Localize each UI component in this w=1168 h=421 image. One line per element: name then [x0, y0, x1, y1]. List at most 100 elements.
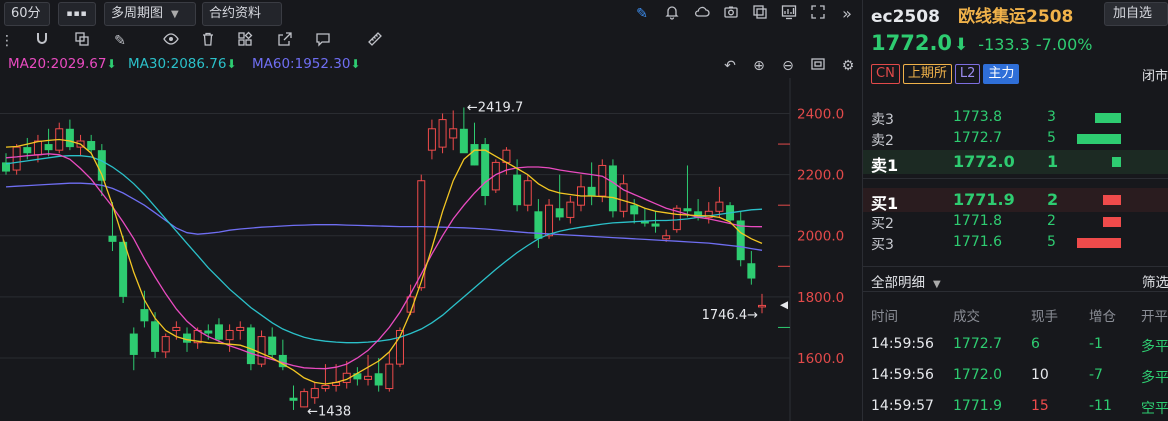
multi-period-button[interactable]: 多周期图 ▼ — [104, 2, 196, 26]
more-button[interactable]: ▪▪▪ — [58, 2, 96, 26]
add-watchlist-button[interactable]: 加自选 — [1104, 2, 1168, 26]
contract-info-label: 合约资料 — [209, 6, 262, 21]
order-book-sell-row[interactable]: 卖2 1772.7 5 — [863, 129, 1168, 150]
price-tick-label: 1600.0 — [797, 351, 844, 367]
order-book-price: 1771.6 — [953, 234, 1002, 250]
ma30-value: MA30:2086.76 — [128, 56, 227, 72]
trade-quantity: 6 — [1031, 336, 1040, 352]
tag-market: CN — [871, 64, 900, 84]
trade-detail-title: 全部明细 — [871, 275, 925, 291]
order-book-sell-row[interactable]: 卖1 1772.0 1 — [863, 150, 1168, 175]
filter-button[interactable]: 筛选 — [1142, 271, 1168, 291]
trade-price: 1771.9 — [953, 398, 1002, 414]
order-book-volume: 1 — [1047, 152, 1059, 171]
trade-price: 1772.0 — [953, 367, 1002, 383]
trade-time: 14:59:56 — [871, 367, 934, 383]
comment-icon[interactable] — [313, 31, 333, 51]
order-book-buy-row[interactable]: 买1 1771.9 2 — [863, 188, 1168, 213]
fullscreen-icon[interactable] — [808, 4, 828, 24]
arrow-down-icon: ⬇ — [106, 57, 117, 71]
order-book-level-label: 买1 — [871, 194, 899, 213]
low-price-label: ←1438 — [307, 404, 351, 419]
order-book-volume-bar — [1077, 238, 1121, 248]
market-status: 闭市 — [1141, 69, 1168, 84]
settings-icon[interactable]: ⚙ — [838, 56, 858, 76]
candle-body — [651, 223, 660, 227]
candle-body — [225, 329, 234, 341]
trade-row[interactable]: 14:59:56 1772.0 10 -7 多平 — [863, 360, 1168, 391]
chart-panel: 60分 ▪▪▪ 多周期图 ▼ 合约资料 ✎ » ⋮ ✎ MA20:2029.67… — [0, 0, 858, 421]
candle-body — [587, 186, 596, 197]
external-link-icon[interactable] — [275, 31, 295, 51]
column-header: 开平 — [1141, 309, 1168, 325]
chevron-down-icon: ▼ — [933, 279, 941, 290]
price-summary: 1772.0 ⬇ -133.3 -7.00% — [871, 31, 1092, 55]
candle-body — [172, 326, 181, 331]
pen-icon[interactable]: ✎ — [110, 31, 130, 51]
trade-row[interactable]: 14:59:56 1772.7 6 -1 多平 — [863, 329, 1168, 360]
fit-screen-icon[interactable] — [808, 56, 828, 76]
order-book-divider — [863, 178, 1168, 188]
column-header: 增仓 — [1089, 309, 1116, 325]
trash-icon[interactable] — [198, 31, 218, 51]
contract-info-button[interactable]: 合约资料 — [202, 2, 282, 26]
trade-row[interactable]: 14:59:57 1771.9 15 -11 空平 — [863, 391, 1168, 421]
zoom-in-icon[interactable]: ⊕ — [749, 56, 769, 76]
candle-body — [523, 180, 532, 206]
trade-quantity: 15 — [1031, 398, 1049, 414]
price-change-pct: -7.00% — [1035, 35, 1093, 54]
candle-body — [470, 144, 479, 166]
cloud-icon[interactable] — [692, 4, 712, 24]
current-price-marker — [780, 301, 788, 310]
arrow-down-icon: ⬇ — [350, 57, 361, 71]
order-book-level-label: 卖2 — [871, 133, 894, 149]
period-selector[interactable]: 60分 — [4, 2, 50, 26]
trade-open-interest-change: -1 — [1089, 336, 1103, 352]
layers-icon[interactable] — [72, 31, 92, 51]
copy-window-icon[interactable] — [750, 4, 770, 24]
magnet-icon[interactable] — [32, 31, 52, 51]
candle-body — [140, 309, 149, 322]
trade-quantity: 10 — [1031, 367, 1049, 383]
quote-panel: ec2508 欧线集运2508 加自选 1772.0 ⬇ -133.3 -7.00% … — [862, 0, 1168, 421]
candle-body — [214, 324, 223, 340]
order-book-volume: 2 — [1047, 190, 1059, 209]
undo-icon[interactable]: ↶ — [720, 56, 740, 76]
column-header: 时间 — [871, 309, 898, 325]
camera-icon[interactable] — [721, 4, 741, 24]
ma20-legend: MA20:2029.67⬇ — [8, 56, 117, 72]
order-book-buy-row[interactable]: 买3 1771.6 5 — [863, 233, 1168, 254]
order-book-buy-row[interactable]: 买2 1771.8 2 — [863, 212, 1168, 233]
order-book-sell-row[interactable]: 卖3 1773.8 3 — [863, 108, 1168, 129]
drag-handle-icon[interactable]: ⋮ — [0, 31, 14, 51]
instrument-name: 欧线集运2508 — [958, 7, 1074, 27]
order-book-volume-bar — [1095, 113, 1121, 123]
eye-icon[interactable] — [161, 31, 181, 51]
zoom-out-icon[interactable]: ⊖ — [778, 56, 798, 76]
trade-time: 14:59:57 — [871, 398, 934, 414]
order-book-volume-bar — [1103, 195, 1121, 205]
candle-body — [513, 174, 522, 206]
widgets-icon[interactable] — [235, 31, 255, 51]
candle-body — [534, 211, 543, 239]
trade-time: 14:59:56 — [871, 336, 934, 352]
column-header: 现手 — [1031, 309, 1058, 325]
candle-body — [555, 208, 564, 218]
trade-detail-dropdown[interactable]: 全部明细 ▼ — [871, 271, 941, 291]
candle-body — [715, 201, 724, 212]
draw-pencil-icon[interactable]: ✎ — [632, 4, 652, 24]
candle-body — [119, 241, 128, 297]
more-label: ▪▪▪ — [66, 9, 88, 19]
kline-chart[interactable]: 2400.0 2200.0 2000.0 1800.0 1600.0 ←2419.7 ←14… — [0, 78, 858, 421]
candle-body — [204, 330, 213, 334]
trade-open-interest-change: -7 — [1089, 367, 1103, 383]
candle-body — [566, 201, 575, 218]
ruler-icon[interactable] — [365, 31, 385, 51]
candle-body — [321, 384, 330, 390]
order-book-price: 1771.9 — [953, 190, 1015, 209]
bell-icon[interactable] — [662, 4, 682, 24]
price-tick-label: 2200.0 — [797, 168, 844, 184]
candle-body — [33, 140, 42, 156]
monitor-chart-icon[interactable] — [779, 4, 799, 24]
collapse-right-icon[interactable]: » — [837, 4, 857, 24]
